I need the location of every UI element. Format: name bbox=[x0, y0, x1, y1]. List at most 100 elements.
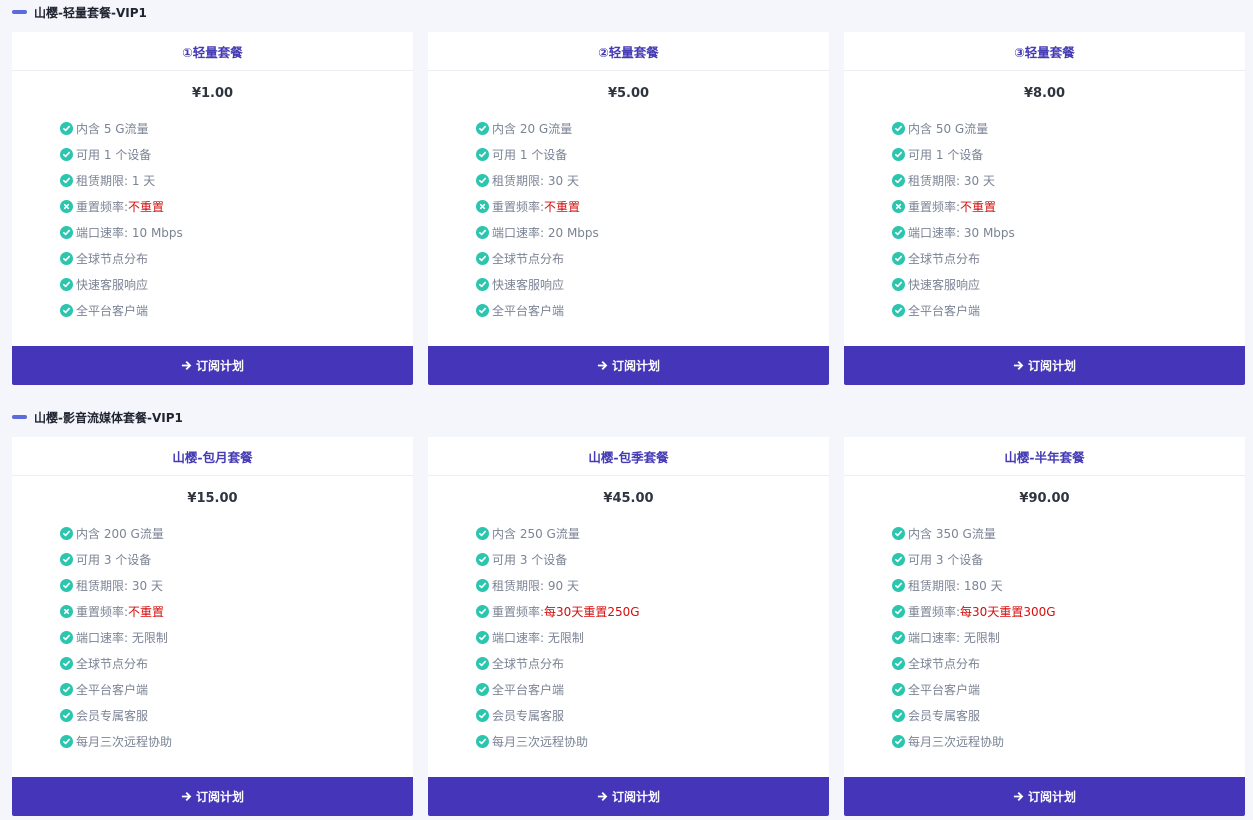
feature-label: 快速客服响应 bbox=[76, 277, 149, 292]
check-icon bbox=[476, 656, 489, 670]
feature-item: 端口速率: 无限制 bbox=[476, 624, 829, 650]
feature-label: 会员专属客服 bbox=[492, 708, 565, 723]
plan-name: ②轻量套餐 bbox=[428, 32, 829, 71]
subscribe-label: 订阅计划 bbox=[611, 359, 660, 373]
feature-item: 每月三次远程协助 bbox=[892, 728, 1245, 754]
feature-item: 每月三次远程协助 bbox=[60, 728, 413, 754]
feature-label: 快速客服响应 bbox=[908, 277, 981, 292]
section-title-bar bbox=[12, 415, 27, 419]
check-icon bbox=[476, 526, 489, 540]
feature-item: 端口速率: 无限制 bbox=[60, 624, 413, 650]
feature-item: 快速客服响应 bbox=[60, 271, 413, 297]
feature-label: 全平台客户端 bbox=[492, 682, 565, 697]
feature-label: 全平台客户端 bbox=[908, 303, 981, 318]
feature-label: 全平台客户端 bbox=[492, 303, 565, 318]
check-icon bbox=[476, 303, 489, 317]
feature-label: 全平台客户端 bbox=[908, 682, 981, 697]
feature-label: 全球节点分布 bbox=[492, 251, 565, 266]
subscribe-label: 订阅计划 bbox=[195, 359, 244, 373]
feature-item: 快速客服响应 bbox=[476, 271, 829, 297]
feature-list: 内含 5 G流量 可用 1 个设备 租赁期限: 1 天重置频率: 不重置 端口速率: … bbox=[12, 115, 413, 323]
feature-item: 全球节点分布 bbox=[476, 245, 829, 271]
feature-label: 全球节点分布 bbox=[76, 656, 149, 671]
check-icon bbox=[892, 552, 905, 566]
feature-item: 每月三次远程协助 bbox=[476, 728, 829, 754]
feature-item: 会员专属客服 bbox=[60, 702, 413, 728]
feature-item: 内含 50 G流量 bbox=[892, 115, 1245, 141]
feature-item: 全球节点分布 bbox=[476, 650, 829, 676]
feature-label: 租赁期限: 30 天 bbox=[76, 578, 163, 593]
feature-label: 端口速率: 无限制 bbox=[76, 630, 168, 645]
feature-item: 会员专属客服 bbox=[476, 702, 829, 728]
feature-label: 可用 1 个设备 bbox=[492, 147, 568, 162]
feature-item: 端口速率: 10 Mbps bbox=[60, 219, 413, 245]
section-title-text: 山樱-影音流媒体套餐-VIP1 bbox=[34, 410, 183, 425]
feature-item: 全平台客户端 bbox=[476, 297, 829, 323]
plan-card: ①轻量套餐 ¥1.00 内含 5 G流量 可用 1 个设备 租赁期限: 1 天重置频… bbox=[12, 32, 413, 385]
feature-item: 租赁期限: 1 天 bbox=[60, 167, 413, 193]
subscribe-button[interactable]: 订阅计划 bbox=[12, 777, 413, 816]
feature-label: 内含 50 G流量 bbox=[908, 121, 989, 136]
arrow-right-icon bbox=[1013, 791, 1024, 802]
feature-label: 每月三次远程协助 bbox=[76, 734, 173, 749]
feature-label: 端口速率: 无限制 bbox=[908, 630, 1000, 645]
check-icon bbox=[476, 578, 489, 592]
feature-item: 全平台客户端 bbox=[892, 297, 1245, 323]
check-icon bbox=[892, 121, 905, 135]
check-icon bbox=[892, 251, 905, 265]
section-title-text: 山樱-轻量套餐-VIP1 bbox=[34, 5, 147, 20]
check-icon bbox=[60, 578, 73, 592]
feature-highlight-value: 每30天重置250G bbox=[544, 604, 640, 619]
plan-price: ¥15.00 bbox=[187, 490, 238, 506]
subscribe-label: 订阅计划 bbox=[611, 790, 660, 804]
feature-item: 可用 1 个设备 bbox=[476, 141, 829, 167]
feature-highlight-value: 不重置 bbox=[128, 604, 165, 619]
feature-item: 可用 3 个设备 bbox=[892, 546, 1245, 572]
feature-item: 可用 3 个设备 bbox=[476, 546, 829, 572]
feature-label: 重置频率: bbox=[908, 604, 961, 619]
arrow-right-icon bbox=[597, 791, 608, 802]
feature-item: 可用 3 个设备 bbox=[60, 546, 413, 572]
feature-item: 重置频率: 不重置 bbox=[60, 193, 413, 219]
feature-item: 快速客服响应 bbox=[892, 271, 1245, 297]
feature-label: 全球节点分布 bbox=[76, 251, 149, 266]
subscribe-button[interactable]: 订阅计划 bbox=[844, 777, 1245, 816]
plan-name: ③轻量套餐 bbox=[844, 32, 1245, 71]
feature-label: 可用 1 个设备 bbox=[76, 147, 152, 162]
feature-list: 内含 200 G流量 可用 3 个设备 租赁期限: 30 天重置频率: 不重置 端口速… bbox=[12, 520, 413, 754]
check-icon bbox=[476, 173, 489, 187]
arrow-right-icon bbox=[597, 360, 608, 371]
subscribe-button[interactable]: 订阅计划 bbox=[428, 346, 829, 385]
subscribe-label: 订阅计划 bbox=[1027, 790, 1076, 804]
feature-highlight-value: 不重置 bbox=[128, 199, 165, 214]
subscribe-button[interactable]: 订阅计划 bbox=[12, 346, 413, 385]
feature-label: 全球节点分布 bbox=[908, 251, 981, 266]
check-icon bbox=[892, 682, 905, 696]
plan-card: 山樱-包季套餐 ¥45.00 内含 250 G流量 可用 3 个设备 租赁期限: 9… bbox=[428, 437, 829, 816]
feature-label: 端口速率: 10 Mbps bbox=[76, 225, 183, 240]
feature-label: 租赁期限: 90 天 bbox=[492, 578, 579, 593]
feature-item: 全球节点分布 bbox=[60, 245, 413, 271]
check-icon bbox=[476, 630, 489, 644]
feature-label: 内含 350 G流量 bbox=[908, 526, 996, 541]
feature-item: 重置频率: 每30天重置250G bbox=[476, 598, 829, 624]
check-icon bbox=[60, 147, 73, 161]
feature-item: 端口速率: 30 Mbps bbox=[892, 219, 1245, 245]
subscribe-label: 订阅计划 bbox=[1027, 359, 1076, 373]
subscribe-button[interactable]: 订阅计划 bbox=[844, 346, 1245, 385]
subscribe-button[interactable]: 订阅计划 bbox=[428, 777, 829, 816]
plan-price: ¥90.00 bbox=[1019, 490, 1070, 506]
feature-label: 每月三次远程协助 bbox=[492, 734, 589, 749]
feature-item: 重置频率: 不重置 bbox=[476, 193, 829, 219]
check-icon bbox=[60, 251, 73, 265]
feature-item: 全平台客户端 bbox=[892, 676, 1245, 702]
arrow-right-icon bbox=[181, 360, 192, 371]
check-icon bbox=[60, 630, 73, 644]
feature-list: 内含 250 G流量可用 3 个设备租赁期限: 90 天重置频率: 每30天重置… bbox=[428, 520, 829, 754]
section-title-bar bbox=[12, 10, 27, 14]
check-icon bbox=[892, 277, 905, 291]
check-icon bbox=[892, 708, 905, 722]
check-icon bbox=[60, 121, 73, 135]
feature-label: 每月三次远程协助 bbox=[908, 734, 1005, 749]
feature-label: 内含 250 G流量 bbox=[492, 526, 580, 541]
